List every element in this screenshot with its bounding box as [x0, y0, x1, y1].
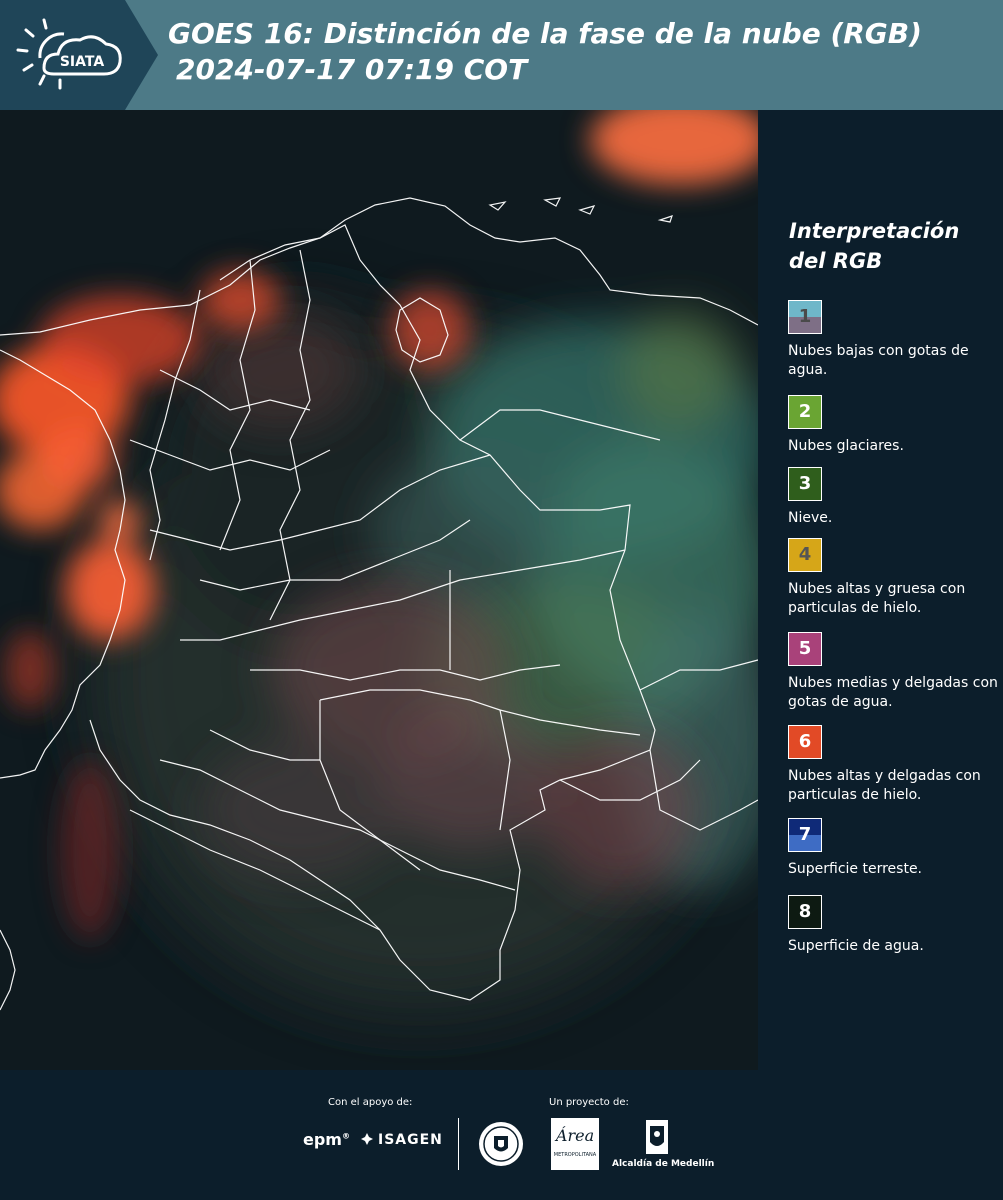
amva-main-text: Área	[555, 1126, 595, 1145]
area-metropolitana-logo: Área METROPOLITANA	[551, 1118, 599, 1170]
legend-label-6: Nubes altas y delgadas con particulas de…	[788, 768, 981, 803]
page-title: GOES 16: Distinción de la fase de la nub…	[168, 16, 922, 88]
isagen-text: ISAGEN	[378, 1132, 443, 1148]
legend-number-1: 1	[798, 306, 812, 327]
legend-label-3: Nieve.	[788, 510, 833, 526]
title-line-2: 2024-07-17 07:19 COT	[176, 53, 528, 86]
legend-item-7: 7 Superficie terreste.	[788, 818, 1000, 879]
legend-item-2: 2 Nubes glaciares.	[788, 395, 1000, 456]
epm-logo: epm®	[303, 1130, 350, 1149]
isagen-logo: ISAGEN	[360, 1132, 443, 1148]
epm-text: epm	[303, 1130, 342, 1149]
satellite-map	[0, 110, 758, 1070]
logo-text: SIATA	[60, 54, 105, 70]
isagen-mark-icon	[361, 1133, 373, 1145]
legend-label-4: Nubes altas y gruesa con particulas de h…	[788, 581, 966, 616]
legend-item-3: 3 Nieve.	[788, 467, 1000, 528]
legend-label-1: Nubes bajas con gotas de agua.	[788, 343, 969, 378]
legend-swatch-7: 7	[788, 818, 822, 852]
legend-number-2: 2	[798, 401, 812, 422]
gobernacion-seal-icon	[479, 1122, 523, 1166]
legend-number-7: 7	[798, 824, 812, 845]
legend-number-5: 5	[798, 638, 812, 659]
legend-swatch-4: 4	[788, 538, 822, 572]
project-label: Un proyecto de:	[549, 1097, 629, 1108]
legend-number-4: 4	[798, 544, 812, 565]
amva-sub-text: METROPOLITANA	[553, 1152, 597, 1158]
epm-registered: ®	[341, 1131, 350, 1141]
legend-swatch-6: 6	[788, 725, 822, 759]
legend-swatch-1: 1	[788, 300, 822, 334]
legend-swatch-3: 3	[788, 467, 822, 501]
legend-title: Interpretación del RGB	[789, 219, 960, 273]
support-label: Con el apoyo de:	[328, 1097, 413, 1108]
legend-number-6: 6	[798, 731, 812, 752]
legend-label-5: Nubes medias y delgadas con gotas de agu…	[788, 675, 998, 710]
legend-number-3: 3	[798, 473, 812, 494]
legend-label-8: Superficie de agua.	[788, 938, 924, 954]
legend-label-7: Superficie terreste.	[788, 861, 923, 877]
legend-swatch-8: 8	[788, 895, 822, 929]
legend-item-1: 1 Nubes bajas con gotas de agua.	[788, 300, 1000, 380]
legend-swatch-5: 5	[788, 632, 822, 666]
alcaldia-shield-icon	[646, 1120, 668, 1154]
footer-divider	[458, 1118, 459, 1170]
legend-item-8: 8 Superficie de agua.	[788, 895, 1000, 956]
footer: Con el apoyo de: Un proyecto de: epm® IS…	[0, 1070, 1003, 1200]
legend-item-6: 6 Nubes altas y delgadas con particulas …	[788, 725, 1000, 805]
legend-swatch-2: 2	[788, 395, 822, 429]
siata-logo-icon: SIATA	[16, 18, 122, 90]
title-line-1: GOES 16: Distinción de la fase de la nub…	[168, 17, 922, 50]
legend-item-5: 5 Nubes medias y delgadas con gotas de a…	[788, 632, 1000, 712]
alcaldia-label: Alcaldía de Medellín	[612, 1159, 715, 1169]
legend-label-2: Nubes glaciares.	[788, 438, 904, 454]
legend-panel: Interpretación del RGB 1 Nubes bajas con…	[760, 110, 1003, 1070]
legend-item-4: 4 Nubes altas y gruesa con particulas de…	[788, 538, 1000, 618]
header-banner: SIATA GOES 16: Distinción de la fase de …	[0, 0, 1003, 110]
legend-number-8: 8	[798, 901, 812, 922]
